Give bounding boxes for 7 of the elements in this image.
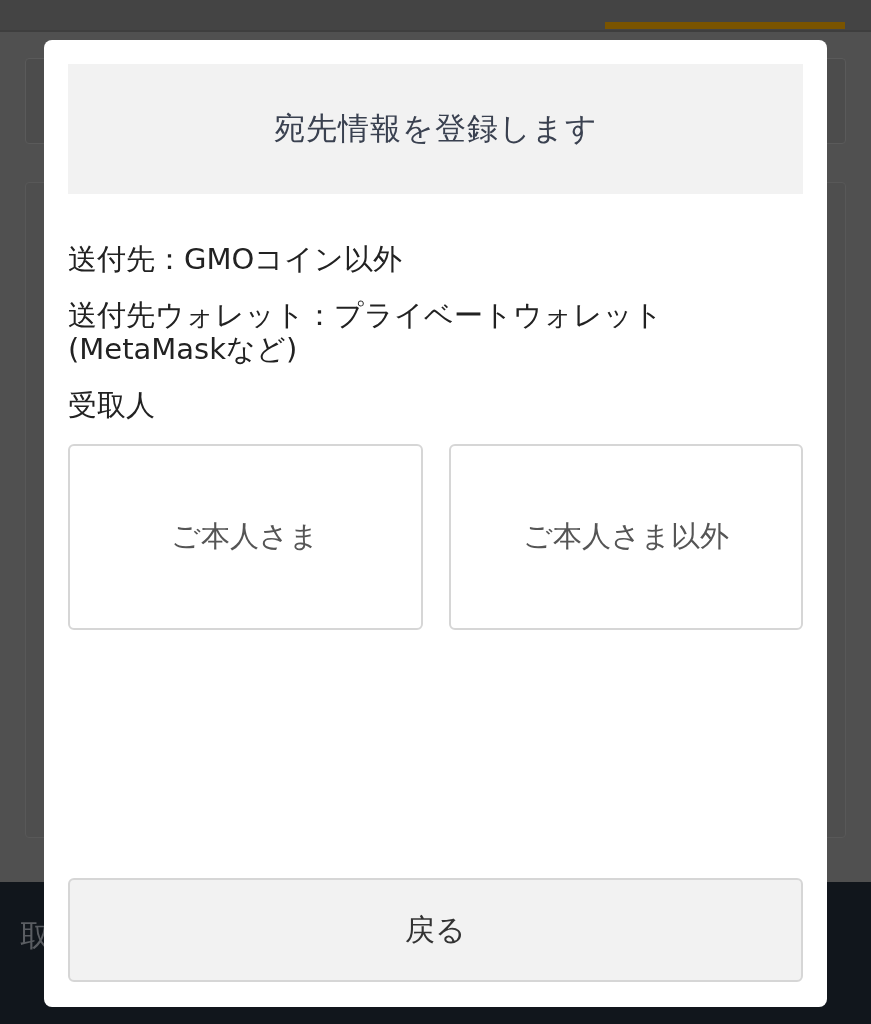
back-button[interactable]: 戻る: [68, 878, 803, 982]
recipient-option-button[interactable]: ご本人さま以外: [448, 444, 803, 630]
detail-text: 送付先：GMOコイン以外: [68, 242, 404, 276]
recipient-label: 受取人: [68, 388, 156, 422]
detail-text: 送付先ウォレット：プライベートウォレット(MetaMaskなど): [68, 298, 664, 366]
dialog-title: 宛先情報を登録します: [68, 64, 803, 194]
recipient-option-button[interactable]: ご本人さま: [68, 444, 423, 630]
